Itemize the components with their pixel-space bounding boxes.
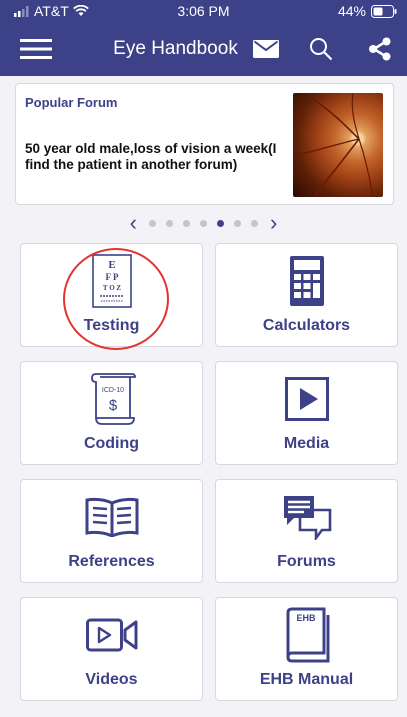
forums-label: Forums (277, 553, 336, 570)
pager-dot[interactable] (217, 219, 224, 227)
share-icon (369, 37, 391, 61)
ehb-manual-tile[interactable]: EHB EHB Manual (215, 597, 398, 701)
mail-icon (253, 40, 279, 58)
book-icon (85, 497, 138, 537)
calculators-label: Calculators (262, 317, 351, 334)
app-title: Eye Handbook (113, 38, 238, 59)
manual-book-icon: EHB (286, 607, 329, 663)
search-button[interactable] (305, 32, 337, 66)
pager-dot[interactable] (149, 219, 156, 227)
pager-next-button[interactable]: › (266, 212, 281, 234)
references-label: References (68, 553, 155, 570)
status-bar: AT&T 3:06 PM 44% (0, 0, 407, 22)
calculator-icon (289, 256, 324, 306)
references-tile[interactable]: References (20, 479, 203, 583)
pager-dot[interactable] (200, 219, 207, 227)
ehb-icon-text: EHB (296, 613, 316, 623)
eye-chart-icon: E F P T O Z (91, 254, 132, 308)
chart-line-1: E (108, 259, 115, 271)
chart-line-3: T O Z (102, 284, 120, 292)
chart-line-2: F P (105, 272, 118, 282)
menu-button[interactable] (18, 32, 54, 66)
coding-label: Coding (83, 435, 140, 452)
pager-prev-button[interactable]: ‹ (126, 212, 141, 234)
menu-icon (20, 39, 52, 59)
testing-tile[interactable]: E F P T O Z Testing (20, 243, 203, 347)
coding-scroll-icon: ICD-10 $ (90, 373, 136, 425)
media-label: Media (283, 435, 330, 452)
media-play-icon (284, 377, 329, 421)
popular-forum-label: Popular Forum (25, 95, 118, 110)
pager-dot[interactable] (183, 219, 190, 227)
testing-label: Testing (83, 317, 140, 334)
forum-chat-icon (283, 496, 331, 540)
share-button[interactable] (364, 32, 396, 66)
mail-button[interactable] (250, 32, 282, 66)
videos-tile[interactable]: Videos (20, 597, 203, 701)
ehb-manual-label: EHB Manual (259, 671, 354, 688)
battery-icon (371, 4, 397, 18)
dollar-symbol: $ (108, 397, 117, 414)
pager-dot[interactable] (251, 219, 258, 227)
video-camera-icon (85, 618, 137, 652)
carousel-pager: ‹ › (0, 212, 407, 234)
forum-thumbnail (293, 93, 383, 197)
coding-tile[interactable]: ICD-10 $ Coding (20, 361, 203, 465)
pager-dot[interactable] (234, 219, 241, 227)
popular-forum-card[interactable]: Popular Forum 50 year old male,loss of v… (15, 83, 394, 205)
battery-percent: 44% (337, 3, 366, 19)
search-icon (310, 38, 333, 61)
videos-label: Videos (85, 671, 138, 688)
forum-post-title: 50 year old male,loss of vision a week(I… (25, 141, 277, 172)
battery: 44% (338, 3, 397, 19)
media-tile[interactable]: Media (215, 361, 398, 465)
nav-bar: Eye Handbook (0, 22, 407, 76)
calculators-tile[interactable]: Calculators (215, 243, 398, 347)
forums-tile[interactable]: Forums (215, 479, 398, 583)
pager-dots (149, 219, 258, 227)
pager-dot[interactable] (166, 219, 173, 227)
icd10-text: ICD-10 (101, 387, 123, 394)
